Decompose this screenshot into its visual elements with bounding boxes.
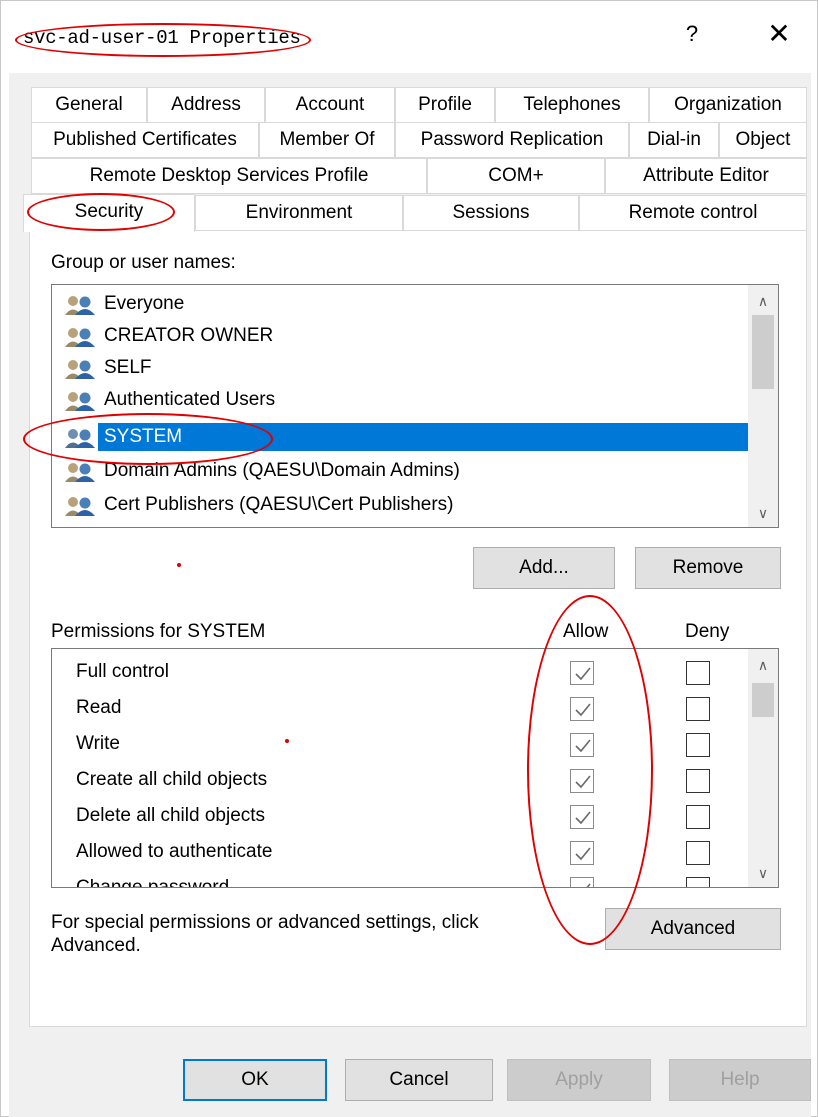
deny-checkbox[interactable]	[686, 841, 710, 865]
scroll-up-icon[interactable]: ∧	[748, 653, 778, 677]
tab-dial-in[interactable]: Dial-in	[629, 122, 719, 158]
allow-checkbox[interactable]	[570, 661, 594, 685]
users-group-icon	[65, 296, 95, 315]
permission-row-delete-all-child-objects: Delete all child objects	[52, 799, 742, 835]
advanced-button[interactable]: Advanced	[605, 908, 781, 950]
list-item-label: Cert Publishers (QAESU\Cert Publishers)	[104, 494, 454, 515]
deny-checkbox[interactable]	[686, 661, 710, 685]
properties-dialog: svc-ad-user-01 Properties ? ✕ General Ad…	[0, 0, 818, 1117]
window-title: svc-ad-user-01 Properties	[23, 27, 301, 49]
permission-name: Full control	[76, 661, 169, 682]
tab-password-replication[interactable]: Password Replication	[395, 122, 629, 158]
tab-com-plus[interactable]: COM+	[427, 158, 605, 194]
annotation-dot	[285, 739, 289, 743]
list-item-authenticated-users[interactable]: Authenticated Users	[62, 384, 752, 416]
user-list-scrollbar[interactable]: ∧ ∨	[748, 285, 778, 527]
users-group-icon	[65, 360, 95, 379]
group-user-list[interactable]: Everyone CREATOR OWNER SELF Authenticate…	[51, 284, 779, 528]
deny-checkbox[interactable]	[686, 769, 710, 793]
permission-row-change-password: Change password	[52, 871, 742, 888]
tab-attribute-editor[interactable]: Attribute Editor	[605, 158, 807, 194]
advanced-hint-text: For special permissions or advanced sett…	[51, 912, 479, 956]
scrollbar-thumb[interactable]	[752, 315, 774, 389]
list-item-domain-admins[interactable]: Domain Admins (QAESU\Domain Admins)	[62, 455, 752, 487]
cancel-button[interactable]: Cancel	[345, 1059, 493, 1101]
permission-name: Change password	[76, 877, 230, 888]
tab-profile[interactable]: Profile	[395, 87, 495, 123]
deny-checkbox[interactable]	[686, 733, 710, 757]
group-or-user-names-label: Group or user names:	[51, 252, 236, 273]
scrollbar-thumb[interactable]	[752, 683, 774, 717]
close-icon[interactable]: ✕	[761, 17, 797, 50]
allow-checkbox[interactable]	[570, 841, 594, 865]
selection-highlight	[98, 423, 760, 451]
tab-general[interactable]: General	[31, 87, 147, 123]
users-group-icon	[65, 463, 95, 482]
tab-member-of[interactable]: Member Of	[259, 122, 395, 158]
users-group-icon	[65, 392, 95, 411]
tab-security[interactable]: Security	[23, 194, 195, 232]
allow-checkbox[interactable]	[570, 805, 594, 829]
remove-button[interactable]: Remove	[635, 547, 781, 589]
permission-row-create-all-child-objects: Create all child objects	[52, 763, 742, 799]
list-item-label: SELF	[104, 357, 152, 378]
tab-telephones[interactable]: Telephones	[495, 87, 649, 123]
allow-checkbox[interactable]	[570, 697, 594, 721]
annotation-dot	[177, 563, 181, 567]
permission-name: Create all child objects	[76, 769, 268, 790]
tab-object[interactable]: Object	[719, 122, 807, 158]
deny-checkbox[interactable]	[686, 877, 710, 887]
users-group-icon	[65, 497, 95, 516]
deny-checkbox[interactable]	[686, 697, 710, 721]
tab-remote-desktop-services-profile[interactable]: Remote Desktop Services Profile	[31, 158, 427, 194]
apply-button[interactable]: Apply	[507, 1059, 651, 1101]
list-item-system[interactable]: SYSTEM	[62, 421, 760, 453]
allow-column-header: Allow	[563, 621, 609, 642]
help-icon[interactable]: ?	[680, 21, 704, 47]
tab-published-certificates[interactable]: Published Certificates	[31, 122, 259, 158]
allow-checkbox[interactable]	[570, 877, 594, 887]
permissions-scrollbar[interactable]: ∧ ∨	[748, 649, 778, 887]
tab-sessions[interactable]: Sessions	[403, 195, 579, 231]
permissions-list: Full control Read Write Create all child…	[51, 648, 779, 888]
permission-name: Read	[76, 697, 122, 718]
tab-environment[interactable]: Environment	[195, 195, 403, 231]
permission-row-full-control: Full control	[52, 655, 742, 691]
list-item-label: CREATOR OWNER	[104, 325, 274, 346]
deny-column-header: Deny	[685, 621, 730, 642]
add-button[interactable]: Add...	[473, 547, 615, 589]
permission-row-allowed-to-authenticate: Allowed to authenticate	[52, 835, 742, 871]
deny-checkbox[interactable]	[686, 805, 710, 829]
users-group-icon	[65, 429, 95, 448]
permissions-for-label: Permissions for SYSTEM	[51, 621, 266, 642]
permission-name: Write	[76, 733, 120, 754]
list-item-label: Everyone	[104, 293, 185, 314]
scroll-down-icon[interactable]: ∨	[748, 501, 778, 525]
permission-row-read: Read	[52, 691, 742, 727]
list-item-creator-owner[interactable]: CREATOR OWNER	[62, 320, 752, 352]
ok-button[interactable]: OK	[183, 1059, 327, 1101]
list-item-label: SYSTEM	[104, 426, 183, 447]
title-bar: svc-ad-user-01 Properties ? ✕	[1, 1, 817, 73]
scroll-down-icon[interactable]: ∨	[748, 861, 778, 885]
tab-address[interactable]: Address	[147, 87, 265, 123]
permission-name: Delete all child objects	[76, 805, 266, 826]
allow-checkbox[interactable]	[570, 769, 594, 793]
list-item-cert-publishers[interactable]: Cert Publishers (QAESU\Cert Publishers)	[62, 489, 752, 521]
scroll-up-icon[interactable]: ∧	[748, 289, 778, 313]
help-button[interactable]: Help	[669, 1059, 811, 1101]
users-group-icon	[65, 328, 95, 347]
tab-organization[interactable]: Organization	[649, 87, 807, 123]
list-item-self[interactable]: SELF	[62, 352, 752, 384]
tab-remote-control[interactable]: Remote control	[579, 195, 807, 231]
permission-row-write: Write	[52, 727, 742, 763]
permission-name: Allowed to authenticate	[76, 841, 273, 862]
list-item-label: Authenticated Users	[104, 389, 276, 410]
tab-account[interactable]: Account	[265, 87, 395, 123]
allow-checkbox[interactable]	[570, 733, 594, 757]
list-item-label: Domain Admins (QAESU\Domain Admins)	[104, 460, 460, 481]
list-item-everyone[interactable]: Everyone	[62, 288, 752, 320]
